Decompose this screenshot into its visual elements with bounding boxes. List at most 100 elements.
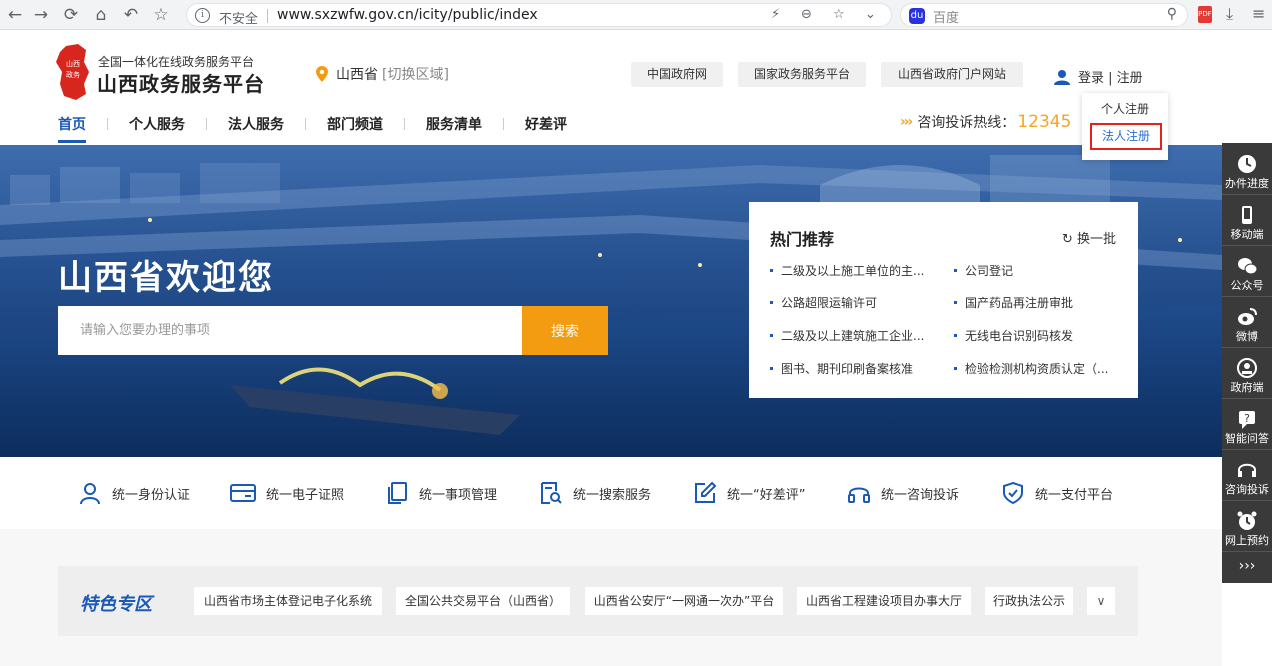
search-icon[interactable]: ⚲ bbox=[1167, 6, 1177, 22]
baidu-paw-icon: du bbox=[909, 8, 925, 24]
forward-arrow-icon[interactable]: → bbox=[30, 4, 52, 26]
personal-register-option[interactable]: 个人注册 bbox=[1082, 100, 1168, 117]
nav-corporate-services[interactable]: 法人服务 bbox=[228, 114, 284, 146]
question-chat-icon: ? bbox=[1239, 411, 1255, 429]
address-bar[interactable]: i 不安全 www.sxzwfw.gov.cn/icity/public/ind… bbox=[186, 3, 892, 27]
service-item-management[interactable]: 统一事项管理 bbox=[385, 481, 497, 505]
user-icon bbox=[80, 483, 100, 505]
nav-home[interactable]: 首页 bbox=[58, 114, 86, 146]
region-switch-link[interactable]: [切换区域] bbox=[382, 64, 449, 84]
undo-icon[interactable]: ↶ bbox=[120, 4, 142, 26]
nav-divider bbox=[107, 118, 108, 130]
service-consultation[interactable]: 统一咨询投诉 bbox=[847, 481, 959, 505]
nav-service-list[interactable]: 服务清单 bbox=[426, 114, 482, 146]
search-button[interactable]: 搜索 bbox=[522, 306, 608, 355]
star-icon[interactable]: ☆ bbox=[150, 4, 172, 26]
sidebar-item-wechat[interactable]: 公众号 bbox=[1222, 247, 1272, 297]
featured-label: 特色专区 bbox=[80, 594, 152, 615]
sidebar-item-complaint[interactable]: 咨询投诉 bbox=[1222, 451, 1272, 501]
featured-chip[interactable]: 全国公共交易平台（山西省） bbox=[396, 587, 570, 615]
sidebar-item-smart-qa[interactable]: ? 智能问答 bbox=[1222, 400, 1272, 450]
reload-icon[interactable]: ⟳ bbox=[60, 4, 82, 26]
lightning-icon[interactable]: ⚡ bbox=[771, 7, 780, 22]
headset-icon bbox=[1238, 463, 1256, 477]
featured-zone: 特色专区 山西省市场主体登记电子化系统 全国公共交易平台（山西省） 山西省公安厅… bbox=[58, 566, 1138, 636]
pdf-icon[interactable]: PDF bbox=[1198, 6, 1212, 23]
service-payment[interactable]: 统一支付平台 bbox=[1001, 481, 1113, 505]
toplink-national-platform[interactable]: 国家政务服务平台 bbox=[738, 62, 866, 87]
sidebar-label: 政府端 bbox=[1230, 381, 1264, 394]
corporate-register-option[interactable]: 法人注册 bbox=[1090, 123, 1162, 150]
sidebar-expand-icon[interactable]: ››› bbox=[1222, 551, 1272, 583]
service-label: 统一咨询投诉 bbox=[881, 487, 960, 503]
service-evaluation[interactable]: 统一“好差评” bbox=[693, 481, 805, 505]
featured-chip[interactable]: 山西省工程建设项目办事大厅 bbox=[797, 587, 971, 615]
featured-chip[interactable]: 行政执法公示 bbox=[985, 587, 1073, 615]
search-document-icon bbox=[541, 482, 562, 504]
shanxi-logo-icon[interactable]: 山西 政务 bbox=[56, 44, 90, 100]
hot-item[interactable]: 图书、期刊印刷备案核准 bbox=[769, 360, 913, 377]
hot-item[interactable]: 公司登记 bbox=[953, 262, 1013, 279]
hotline-number: 12345 bbox=[1017, 112, 1072, 132]
sidebar-item-progress[interactable]: 办件进度 bbox=[1222, 145, 1272, 195]
service-e-license[interactable]: 统一电子证照 bbox=[230, 481, 344, 505]
login-register-link[interactable]: 登录 | 注册 bbox=[1078, 67, 1143, 86]
refresh-icon: ↻ bbox=[1061, 232, 1073, 247]
toplink-china-gov[interactable]: 中国政府网 bbox=[631, 62, 723, 87]
service-identity[interactable]: 统一身份认证 bbox=[78, 481, 190, 505]
info-icon[interactable]: i bbox=[195, 8, 210, 23]
main-nav: 首页 个人服务 法人服务 部门频道 服务清单 好差评 bbox=[58, 114, 567, 146]
service-search-input[interactable] bbox=[58, 306, 522, 355]
browser-search-box[interactable]: du 百度 ⚲ bbox=[900, 3, 1188, 27]
hotline-label: 咨询投诉热线： bbox=[917, 115, 1016, 131]
zoom-icon[interactable]: ⊖ bbox=[801, 7, 812, 22]
sidebar-label: 智能问答 bbox=[1225, 432, 1269, 445]
logo-title[interactable]: 山西政务服务平台 bbox=[97, 68, 265, 97]
sidebar-item-mobile[interactable]: 移动端 bbox=[1222, 196, 1272, 246]
menu-icon[interactable]: ≡ bbox=[1252, 4, 1265, 23]
nav-divider bbox=[206, 118, 207, 130]
card-icon bbox=[230, 484, 256, 502]
download-icon[interactable]: ⤓ bbox=[1226, 4, 1233, 24]
nav-personal-services[interactable]: 个人服务 bbox=[129, 114, 185, 146]
refresh-label: 换一批 bbox=[1076, 232, 1116, 247]
right-sidebar: 办件进度 移动端 公众号 微博 政府端 ? 智能问答 咨询投诉 网上预约 ››› bbox=[1222, 143, 1272, 583]
toplink-shanxi-portal[interactable]: 山西省政府门户网站 bbox=[881, 62, 1023, 87]
edit-icon bbox=[695, 481, 717, 503]
nav-evaluation[interactable]: 好差评 bbox=[525, 114, 567, 146]
sidebar-item-government[interactable]: 政府端 bbox=[1222, 349, 1272, 399]
welcome-heading: 山西省欢迎您 bbox=[58, 258, 274, 298]
sidebar-label: 微博 bbox=[1236, 330, 1258, 343]
hot-item[interactable]: 无线电台识别码核发 bbox=[953, 327, 1073, 344]
chevron-down-icon[interactable]: ∨ bbox=[1087, 587, 1115, 615]
hot-item[interactable]: 检验检测机构资质认定（... bbox=[953, 360, 1108, 377]
home-icon[interactable]: ⌂ bbox=[90, 4, 112, 26]
hot-item[interactable]: 二级及以上施工单位的主... bbox=[769, 262, 924, 279]
hot-item[interactable]: 国产药品再注册审批 bbox=[953, 294, 1073, 311]
hot-item[interactable]: 公路超限运输许可 bbox=[769, 294, 877, 311]
refresh-button[interactable]: ↻ 换一批 bbox=[1062, 228, 1116, 247]
hot-item[interactable]: 二级及以上建筑施工企业... bbox=[769, 327, 924, 344]
login-register[interactable]: 登录 | 注册 bbox=[1054, 67, 1143, 86]
sidebar-item-appointment[interactable]: 网上预约 bbox=[1222, 502, 1272, 552]
nav-department-channel[interactable]: 部门频道 bbox=[327, 114, 383, 146]
bookmark-star-icon[interactable]: ☆ bbox=[833, 7, 845, 22]
wechat-icon bbox=[1238, 258, 1258, 275]
emblem-icon bbox=[1237, 358, 1257, 378]
url-text[interactable]: www.sxzwfw.gov.cn/icity/public/index bbox=[277, 7, 538, 23]
region-selector[interactable]: 山西省 [切换区域] bbox=[316, 64, 449, 84]
featured-chip[interactable]: 山西省市场主体登记电子化系统 bbox=[194, 587, 382, 615]
sidebar-item-weibo[interactable]: 微博 bbox=[1222, 298, 1272, 348]
documents-icon bbox=[388, 482, 407, 504]
unified-services-row: 统一身份认证 统一电子证照 统一事项管理 统一搜索服务 统一“好差评” 统一咨询… bbox=[0, 457, 1222, 529]
svg-text:政务: 政务 bbox=[66, 70, 80, 79]
location-pin-icon bbox=[316, 66, 328, 82]
svg-text:?: ? bbox=[1244, 412, 1250, 425]
sidebar-label: 公众号 bbox=[1230, 279, 1264, 292]
chevron-down-icon[interactable]: ⌄ bbox=[865, 7, 876, 22]
triple-chevron-icon: ››› bbox=[900, 114, 913, 130]
back-arrow-icon[interactable]: ← bbox=[4, 4, 26, 26]
featured-chip[interactable]: 山西省公安厅“一网通一次办”平台 bbox=[585, 587, 783, 615]
service-search[interactable]: 统一搜索服务 bbox=[539, 481, 651, 505]
shield-check-icon bbox=[1003, 481, 1023, 505]
